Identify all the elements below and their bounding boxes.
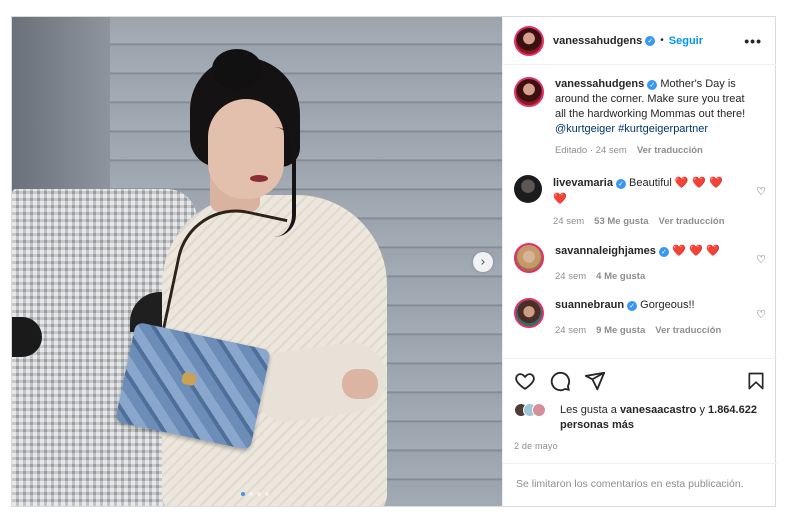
likes-text: Les gusta a vanesaacastro y 1.864.622 pe… [560, 403, 757, 433]
caption-meta: Editado · 24 sem Ver traducción [555, 145, 755, 156]
commenter-username[interactable]: savannaleighjames [555, 245, 656, 257]
post-date: 2 de mayo [514, 441, 558, 451]
header-separator: • [660, 35, 664, 46]
comment-icon[interactable] [549, 370, 571, 392]
comment-like-heart-icon[interactable]: ♡ [756, 308, 766, 321]
verified-badge-icon: ✓ [615, 179, 626, 189]
post-actions: Les gusta a vanesaacastro y 1.864.622 pe… [503, 358, 777, 451]
caption-avatar[interactable] [514, 77, 544, 107]
comment-like-heart-icon[interactable]: ♡ [756, 253, 766, 266]
liker-username[interactable]: vanesaacastro [620, 404, 696, 416]
instagram-post: › vanessahudgens ✓ • Seguir ••• vanessah… [11, 16, 777, 507]
caption-hashtag-link[interactable]: #kurtgeigerpartner [618, 123, 708, 135]
liker-avatar [532, 403, 546, 417]
likes-suffix[interactable]: personas más [560, 419, 634, 431]
comment-time: 24 sem [555, 271, 587, 282]
commenter-avatar[interactable] [514, 298, 544, 328]
caption-username[interactable]: vanessahudgens [555, 78, 644, 90]
comment-text-block: livevamaria ✓ Beautiful ❤️ ❤️ ❤️ ❤️ [553, 175, 743, 207]
verified-badge-icon: ✓ [645, 35, 656, 46]
follow-button[interactable]: Seguir [669, 35, 703, 47]
bookmark-icon[interactable] [746, 370, 766, 392]
comment-item: savannaleighjames ✓ ❤️ ❤️ ❤️ 24 sem 4 Me … [514, 243, 766, 298]
carousel-dot [265, 492, 269, 496]
author-avatar[interactable] [514, 25, 544, 56]
post-side-panel: vanessahudgens ✓ • Seguir ••• vanessahud… [502, 17, 777, 506]
carousel-dot [257, 492, 261, 496]
comments-limited-notice: Se limitaron los comentarios en esta pub… [503, 463, 777, 506]
photo-face [208, 99, 284, 199]
more-options-icon[interactable]: ••• [744, 33, 762, 49]
carousel-dot [249, 492, 253, 496]
comment-likes[interactable]: 9 Me gusta [596, 325, 645, 336]
caption-translate-link[interactable]: Ver traducción [637, 145, 703, 156]
post-header: vanessahudgens ✓ • Seguir ••• [503, 17, 776, 65]
chevron-right-icon[interactable]: › [473, 252, 493, 272]
comment-item: livevamaria ✓ Beautiful ❤️ ❤️ ❤️ ❤️ 24 se… [514, 175, 766, 243]
comment-likes[interactable]: 4 Me gusta [596, 271, 645, 282]
likes-prefix: Les gusta a [560, 404, 620, 416]
likes-summary: Les gusta a vanesaacastro y 1.864.622 pe… [514, 403, 766, 433]
post-photo[interactable]: › [12, 17, 502, 506]
comment-meta: 24 sem 4 Me gusta [555, 271, 745, 282]
commenter-username[interactable]: livevamaria [553, 177, 613, 189]
comment-text-block: suannebraun ✓ Gorgeous!! [555, 298, 745, 313]
comment-text: Gorgeous!! [640, 299, 695, 311]
commenter-avatar[interactable] [514, 243, 544, 273]
photo-hand [342, 369, 378, 399]
comment-likes[interactable]: 53 Me gusta [594, 216, 648, 227]
comment-emoji-heart: ❤️ [553, 192, 567, 205]
likers-avatars[interactable] [514, 403, 558, 419]
action-icons [514, 369, 766, 393]
verified-badge-icon: ✓ [658, 247, 669, 257]
caption-mention-link[interactable]: @kurtgeiger [555, 123, 615, 135]
comment-text: Beautiful [629, 177, 672, 189]
author-username[interactable]: vanessahudgens [553, 35, 642, 47]
likes-middle: y [696, 404, 709, 416]
comment-like-heart-icon[interactable]: ♡ [756, 185, 766, 198]
photo-handbag-logo [180, 371, 198, 387]
photo-lips [250, 175, 268, 182]
carousel-dot [241, 492, 245, 496]
verified-badge-icon: ✓ [627, 301, 638, 311]
photo-hair-bun [212, 49, 262, 89]
comment-emoji-hearts: ❤️ ❤️ ❤️ [671, 244, 721, 257]
comment-time: 24 sem [555, 325, 587, 336]
comment-translate-link[interactable]: Ver traducción [659, 216, 725, 227]
carousel-dots [241, 492, 269, 496]
comments-list[interactable]: vanessahudgens ✓ Mother's Day is around t… [503, 65, 777, 358]
comment-emoji-hearts: ❤️ ❤️ ❤️ [674, 176, 723, 189]
caption: vanessahudgens ✓ Mother's Day is around t… [514, 77, 766, 175]
verified-badge-icon: ✓ [647, 80, 658, 90]
commenter-username[interactable]: suannebraun [555, 299, 624, 311]
likes-count[interactable]: 1.864.622 [708, 404, 757, 416]
caption-edited-time: Editado · 24 sem [555, 145, 627, 156]
comment-meta: 24 sem 53 Me gusta Ver traducción [553, 216, 743, 227]
caption-text-block: vanessahudgens ✓ Mother's Day is around t… [555, 77, 755, 137]
comment-time: 24 sem [553, 216, 585, 227]
share-icon[interactable] [584, 370, 606, 392]
comment-meta: 24 sem 9 Me gusta Ver traducción [555, 325, 745, 336]
commenter-avatar[interactable] [514, 175, 542, 203]
heart-icon[interactable] [514, 370, 536, 392]
comment-text-block: savannaleighjames ✓ ❤️ ❤️ ❤️ [555, 243, 745, 259]
comment-item: suannebraun ✓ Gorgeous!! 24 sem 9 Me gust… [514, 298, 766, 348]
comment-translate-link[interactable]: Ver traducción [655, 325, 721, 336]
